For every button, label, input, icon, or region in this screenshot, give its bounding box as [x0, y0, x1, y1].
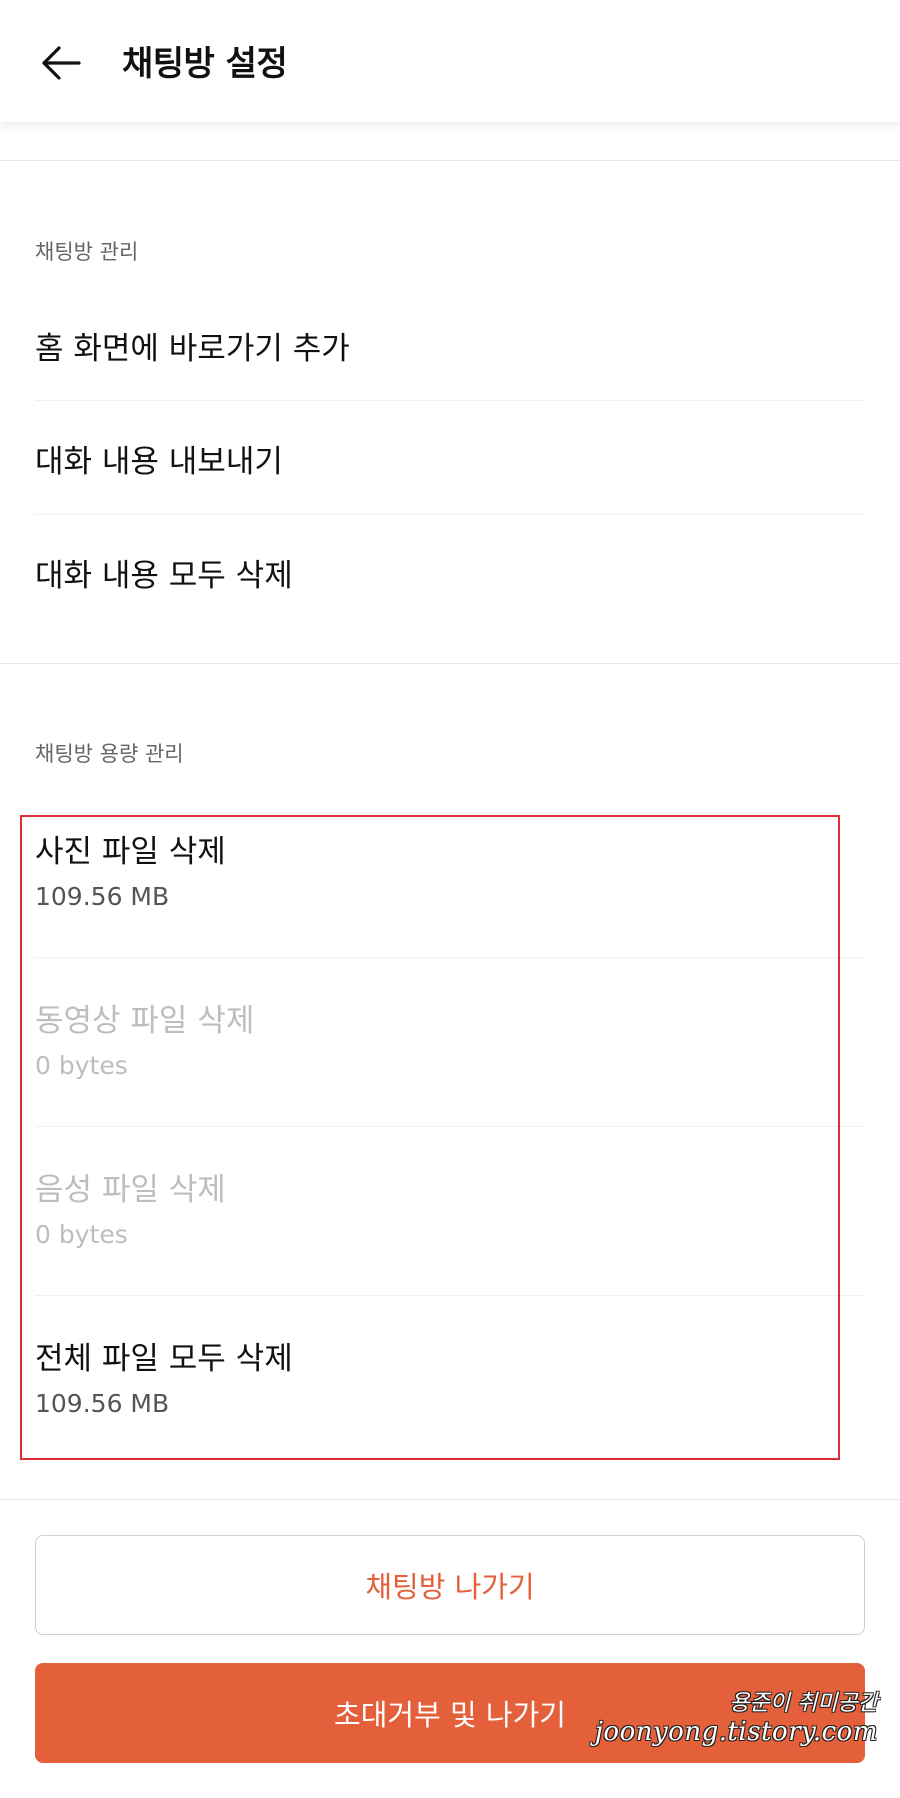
- add-home-shortcut-item[interactable]: 홈 화면에 바로가기 추가: [35, 288, 865, 402]
- row-divider: [35, 957, 865, 958]
- arrow-left-icon: [42, 46, 81, 80]
- delete-photos-item[interactable]: 사진 파일 삭제 109.56 MB: [35, 826, 865, 994]
- block-and-leave-label: 초대거부 및 나가기: [334, 1698, 566, 1732]
- storage-item-title: 전체 파일 모두 삭제: [35, 1341, 293, 1377]
- menu-item-label: 대화 내용 모두 삭제: [35, 557, 293, 594]
- storage-item-title: 사진 파일 삭제: [35, 834, 226, 870]
- export-chat-item[interactable]: 대화 내용 내보내기: [35, 401, 865, 515]
- top-divider: [0, 160, 900, 161]
- storage-item-size: 0 bytes: [35, 1051, 128, 1080]
- leave-chat-label: 채팅방 나가기: [365, 1570, 535, 1604]
- leave-chat-button[interactable]: 채팅방 나가기: [35, 1535, 865, 1635]
- row-divider: [35, 1295, 865, 1296]
- storage-item-title: 동영상 파일 삭제: [35, 1003, 255, 1039]
- storage-item-size: 109.56 MB: [35, 882, 170, 911]
- watermark-line1: 용준이 취미공간: [729, 1691, 878, 1716]
- storage-item-size: 0 bytes: [35, 1220, 128, 1249]
- delete-all-files-item[interactable]: 전체 파일 모두 삭제 109.56 MB: [35, 1333, 865, 1501]
- section-divider: [0, 663, 900, 664]
- section-divider: [0, 1499, 900, 1500]
- delete-all-chat-item[interactable]: 대화 내용 모두 삭제: [35, 515, 865, 629]
- section-label-storage-management: 채팅방 용량 관리: [35, 742, 184, 766]
- page-title: 채팅방 설정: [122, 44, 288, 84]
- menu-item-label: 대화 내용 내보내기: [35, 443, 283, 480]
- row-divider: [35, 1126, 865, 1127]
- app-header: 채팅방 설정: [0, 0, 900, 122]
- storage-item-title: 음성 파일 삭제: [35, 1172, 226, 1208]
- watermark: 용준이 취미공간 joonyong.tistory.com: [595, 1685, 878, 1747]
- section-label-chat-management: 채팅방 관리: [35, 240, 139, 264]
- back-button[interactable]: [36, 38, 86, 88]
- watermark-line2: joonyong.tistory.com: [594, 1717, 878, 1747]
- menu-item-label: 홈 화면에 바로가기 추가: [35, 330, 350, 367]
- delete-voice-item: 음성 파일 삭제 0 bytes: [35, 1164, 865, 1332]
- storage-item-size: 109.56 MB: [35, 1389, 170, 1418]
- delete-videos-item: 동영상 파일 삭제 0 bytes: [35, 995, 865, 1163]
